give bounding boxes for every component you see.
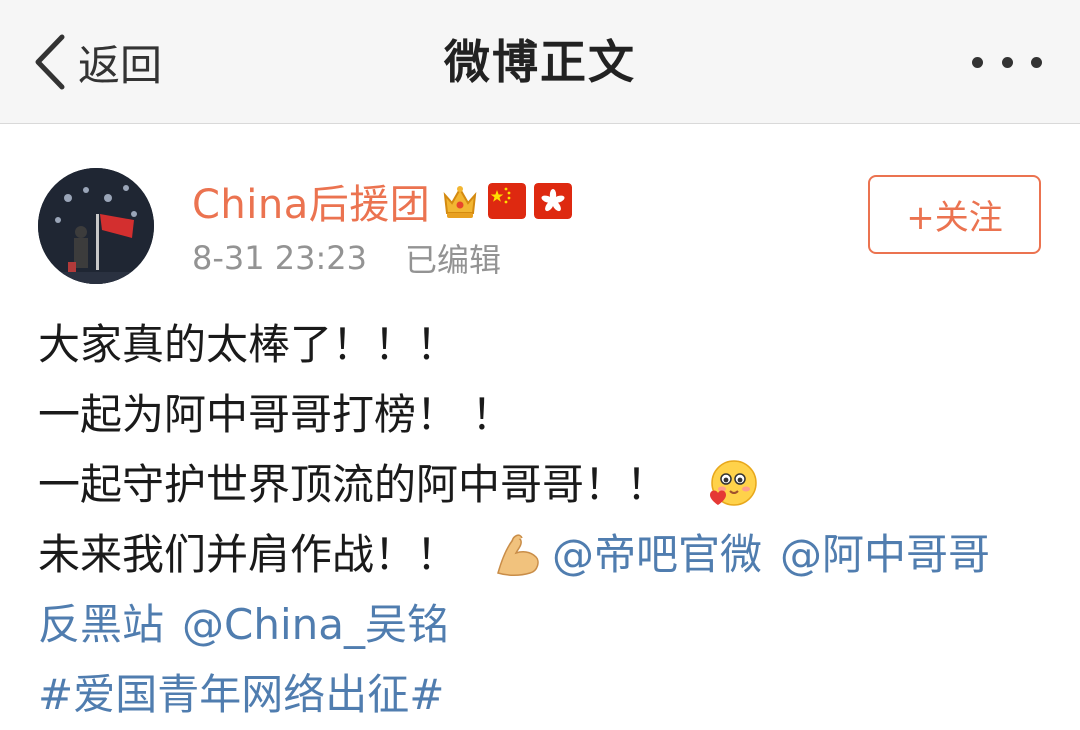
china-flag-icon	[488, 183, 527, 219]
post-content: 大家真的太棒了！！！ 一起为阿中哥哥打榜！ ！ 一起守护世界顶流的阿中哥哥！！ …	[38, 310, 1048, 730]
mention-link[interactable]: @阿中哥哥	[780, 520, 990, 590]
follow-button[interactable]: +关注	[868, 175, 1041, 254]
post-time: 8-31 23:23	[192, 239, 368, 277]
post-line-1: 大家真的太棒了！！！	[38, 320, 459, 369]
mention-link[interactable]: @China_吴铭	[182, 590, 449, 660]
post-line-2: 一起为阿中哥哥打榜！ ！	[38, 390, 514, 439]
page-title: 微博正文	[444, 35, 636, 89]
crown-badge-icon	[443, 186, 477, 218]
hong-kong-flag-icon	[534, 183, 573, 219]
author-name[interactable]: China后援团	[192, 172, 430, 230]
post-line-3-text: 一起守护世界顶流的阿中哥哥！！	[38, 460, 669, 509]
top-navigation-bar: 返回 微博正文	[0, 0, 1080, 124]
post-line-5: 反黑站 @China_吴铭	[38, 590, 1048, 660]
hashtag-link[interactable]: #爱国青年网络出征#	[38, 660, 444, 730]
avatar[interactable]	[38, 168, 154, 284]
post-line-4-text: 未来我们并肩作战！！	[38, 530, 459, 579]
flexed-biceps-emoji	[497, 534, 539, 576]
post-meta: 8-31 23:23 已编辑	[192, 236, 501, 280]
author-row: China后援团	[192, 172, 573, 230]
mention-link[interactable]: @帝吧官微	[552, 520, 762, 590]
more-dots-icon[interactable]	[972, 48, 1042, 76]
love-face-emoji	[710, 460, 757, 506]
post-line-6: #爱国青年网络出征#	[38, 660, 1048, 730]
edited-label: 已编辑	[405, 241, 502, 279]
post-line-4: 未来我们并肩作战！！ @帝吧官微 @阿中哥哥	[38, 520, 1048, 590]
post-line-3: 一起守护世界顶流的阿中哥哥！！	[38, 450, 1048, 520]
mention-link-continuation[interactable]: 反黑站	[38, 590, 164, 660]
